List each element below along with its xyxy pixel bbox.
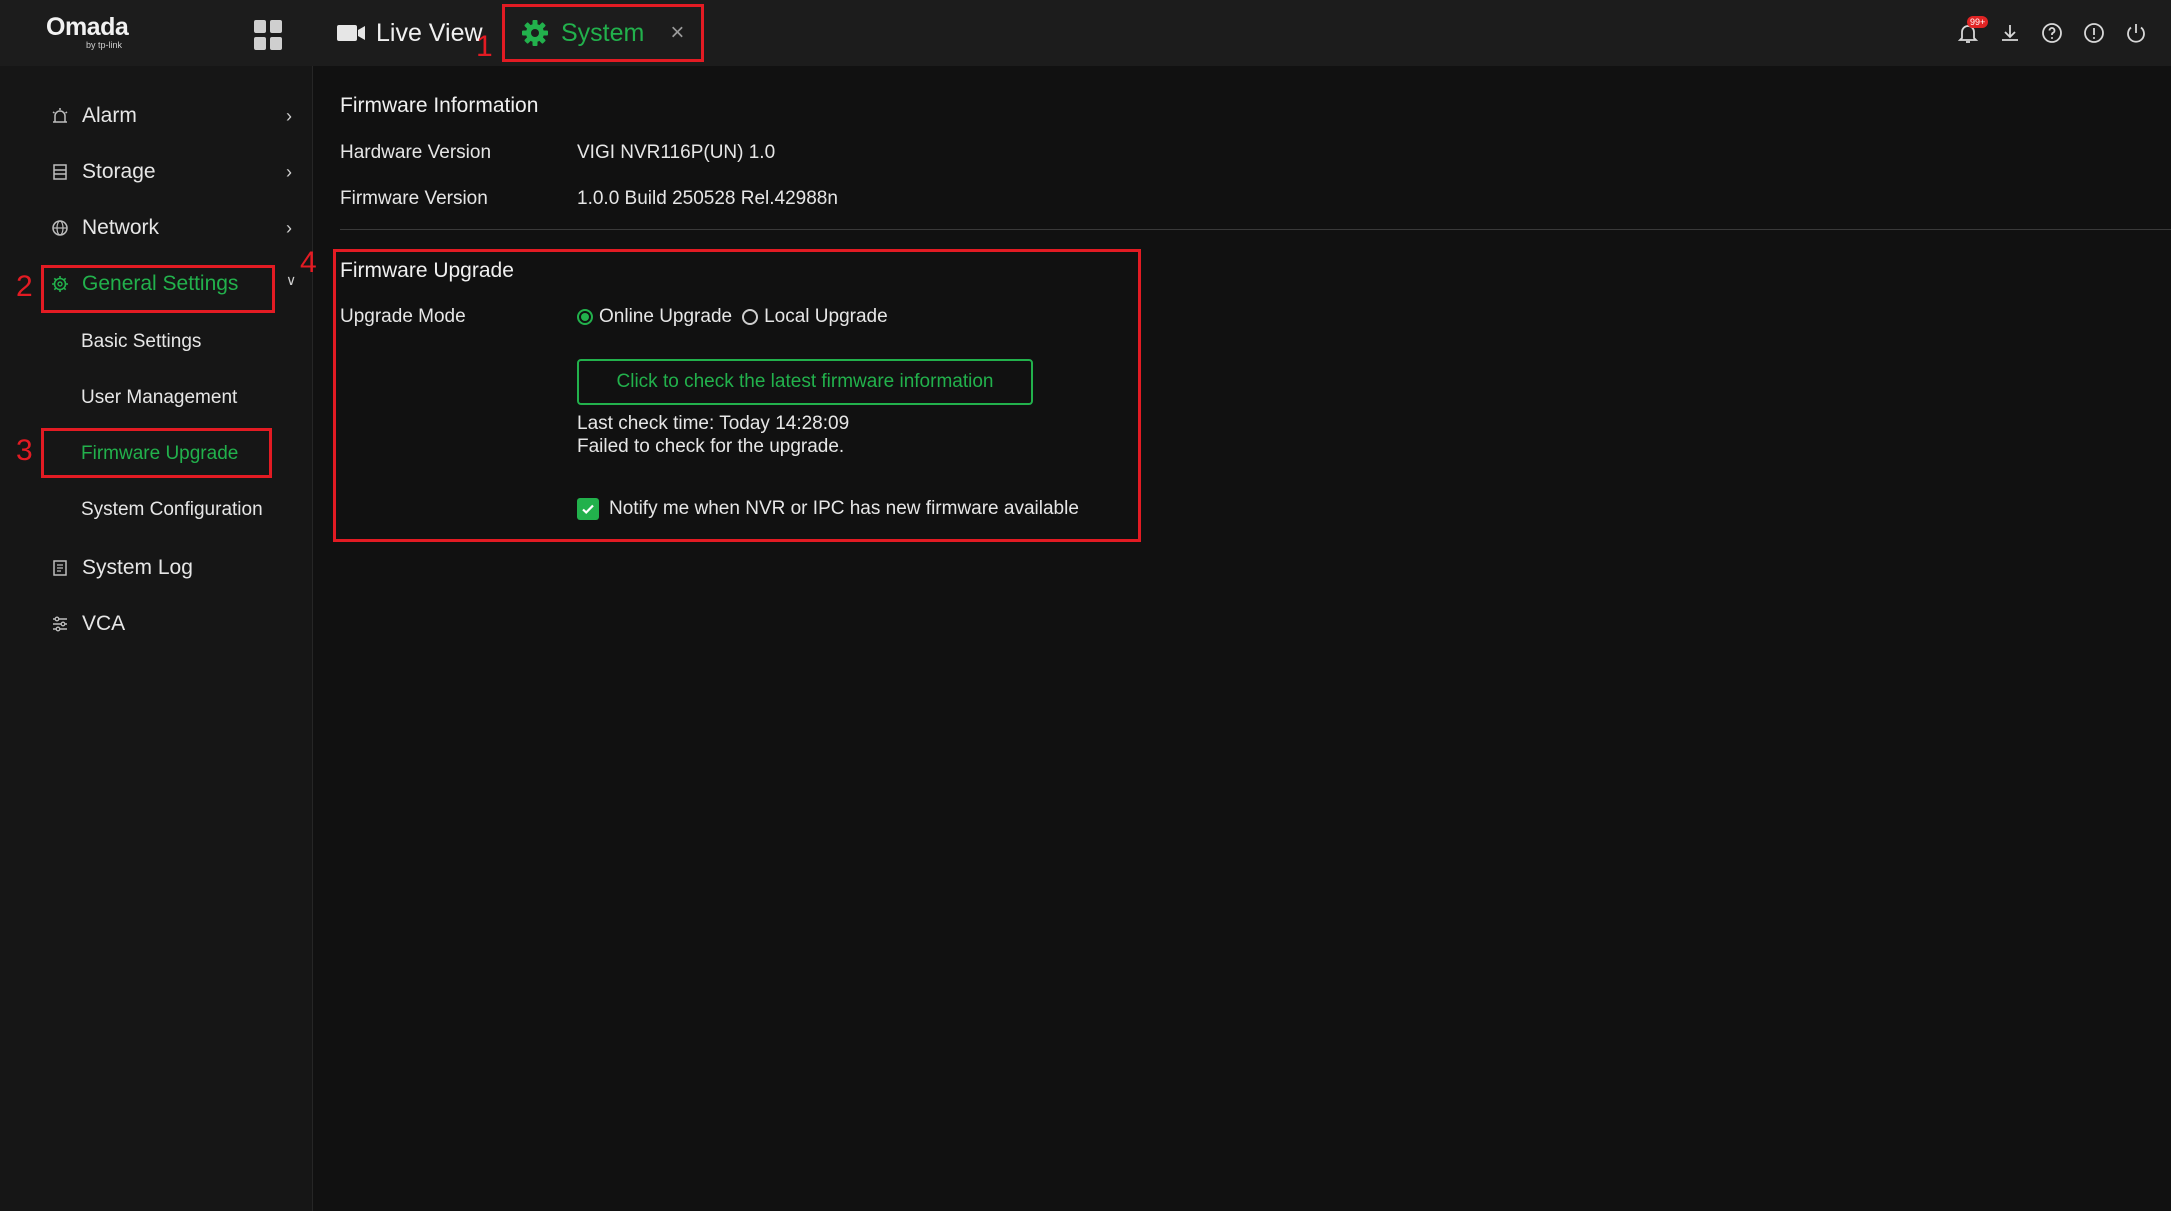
globe-icon: [50, 218, 70, 238]
sidebar-item-label: Alarm: [82, 104, 137, 127]
gear-icon: [522, 20, 548, 46]
alarm-icon: [50, 106, 70, 126]
tab-system-label: System: [561, 18, 645, 47]
chevron-right-icon: ›: [286, 218, 292, 238]
sidebar-item-alarm[interactable]: Alarm: [50, 104, 137, 128]
power-icon[interactable]: [2121, 18, 2151, 48]
firmware-information-title: Firmware Information: [340, 94, 539, 117]
hardware-version-label: Hardware Version: [340, 142, 492, 163]
sidebar-subitem-system-configuration[interactable]: System Configuration: [81, 499, 263, 521]
sidebar: Alarm › Storage › Network › General Sett…: [0, 66, 313, 1211]
hardware-version-value: VIGI NVR116P(UN) 1.0: [577, 142, 776, 163]
logo-text: Omada: [46, 13, 129, 41]
sidebar-item-network[interactable]: Network: [50, 216, 159, 240]
firmware-version-value: 1.0.0 Build 250528 Rel.42988n: [577, 188, 838, 209]
sidebar-item-label: VCA: [82, 612, 126, 635]
top-toolbar: 99+: [1953, 16, 2151, 48]
info-icon[interactable]: [2079, 18, 2109, 48]
sidebar-item-system-log[interactable]: System Log: [50, 556, 193, 580]
annotation-number: 3: [16, 434, 33, 467]
help-icon[interactable]: [2037, 18, 2067, 48]
tab-live-view-label: Live View: [376, 18, 483, 47]
download-icon[interactable]: [1995, 18, 2025, 48]
tab-system[interactable]: System ×: [502, 4, 704, 62]
sidebar-item-label: System Log: [82, 556, 193, 579]
sliders-icon: [50, 614, 70, 634]
annotation-box-firmware-upgrade-panel: [333, 249, 1141, 542]
annotation-box-general-settings: [41, 265, 275, 313]
annotation-number: 4: [300, 246, 317, 279]
sidebar-item-storage[interactable]: Storage: [50, 160, 156, 184]
notification-badge: 99+: [1967, 16, 1989, 28]
firmware-version-label: Firmware Version: [340, 188, 488, 209]
tab-live-view[interactable]: Live View: [336, 0, 483, 66]
main-content: Firmware Information Hardware Version VI…: [313, 66, 2171, 1211]
annotation-box-firmware-upgrade: [41, 428, 272, 478]
logo-subtext: by tp-link: [86, 40, 123, 50]
chevron-right-icon: ›: [286, 106, 292, 126]
sidebar-item-label: Storage: [82, 160, 156, 183]
chevron-down-icon: ∨: [286, 272, 297, 288]
camera-icon: [337, 25, 365, 41]
sidebar-item-vca[interactable]: VCA: [50, 612, 125, 636]
top-bar: Omada by tp-link Live View System × 99+: [0, 0, 2171, 66]
annotation-number: 1: [476, 30, 493, 63]
section-divider: [340, 229, 2171, 230]
omada-logo: Omada by tp-link: [46, 14, 136, 54]
bell-icon[interactable]: 99+: [1953, 16, 1989, 48]
sidebar-subitem-user-management[interactable]: User Management: [81, 387, 237, 409]
app-grid-icon[interactable]: [254, 20, 284, 50]
sidebar-subitem-basic-settings[interactable]: Basic Settings: [81, 331, 201, 353]
chevron-right-icon: ›: [286, 162, 292, 182]
sidebar-item-label: Network: [82, 216, 160, 239]
annotation-number: 2: [16, 270, 33, 303]
log-icon: [50, 558, 70, 578]
storage-icon: [50, 162, 70, 182]
close-icon[interactable]: ×: [670, 19, 684, 47]
